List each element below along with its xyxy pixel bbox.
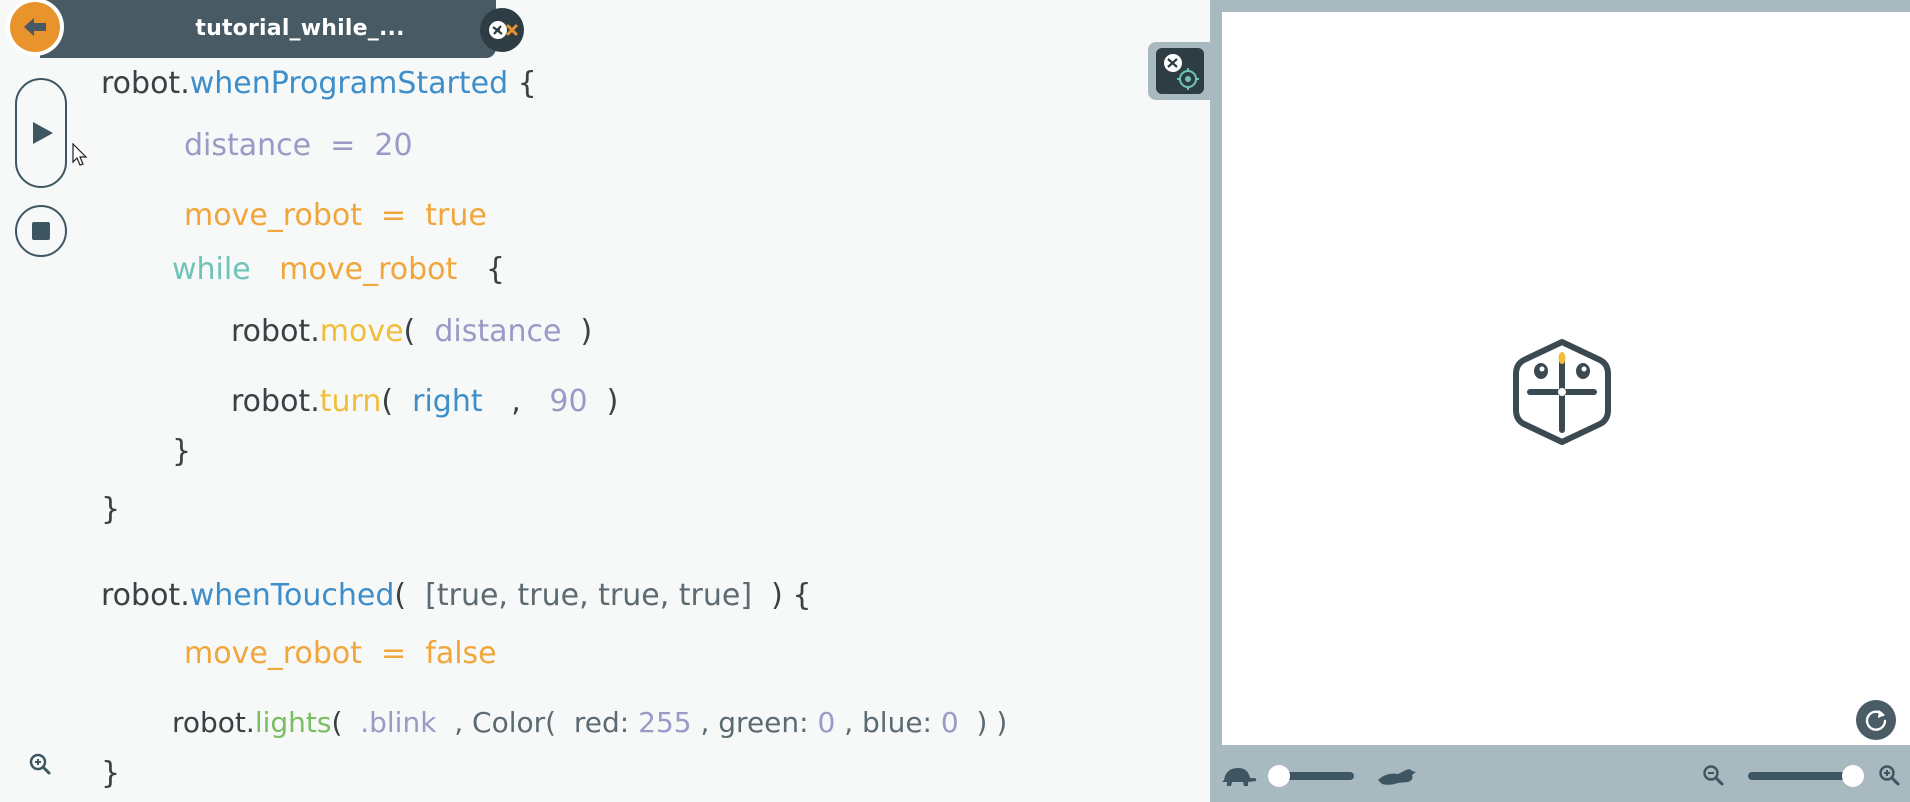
robot-gear-icon [1164,54,1199,90]
code-line-turn[interactable]: robot.turn( right , 90 ) [231,384,618,419]
zoom-in-icon [1879,765,1900,786]
code-object: robot. [101,578,190,613]
zoom-in-button[interactable] [1878,764,1900,790]
code-argument[interactable]: .blink [360,706,436,739]
mouse-pointer-icon [72,142,88,171]
code-object: robot. [172,706,255,739]
code-label-red: red: [573,706,630,739]
code-argument[interactable]: distance [434,314,561,349]
code-value-red[interactable]: 255 [638,706,691,739]
code-brace: { [508,66,537,101]
code-brace: } [172,434,192,469]
code-paren: ) [606,384,619,419]
code-value[interactable]: true [425,198,487,233]
code-line-close-while: } [172,434,191,469]
code-operator: = [361,636,426,671]
code-value-blue[interactable]: 0 [941,706,959,739]
zoom-in-icon [29,753,51,775]
code-brace: } [101,756,121,791]
code-line-close-started: } [101,492,120,527]
code-value-green[interactable]: 0 [818,706,836,739]
reset-button[interactable] [1856,700,1896,740]
stop-icon [32,222,50,240]
speed-slider-thumb[interactable] [1268,765,1290,787]
code-paren: ) { [771,578,812,613]
code-brace: } [101,492,121,527]
code-argument[interactable]: 90 [549,384,587,419]
code-function[interactable]: turn [320,384,382,419]
code-value[interactable]: 20 [374,128,412,163]
panel-toggle-button[interactable] [1148,42,1210,100]
turtle-icon [1218,762,1258,794]
code-variable[interactable]: move_robot [184,636,362,671]
code-variable[interactable]: move_robot [279,252,457,287]
play-icon [33,122,53,144]
code-label-green: , green: [700,706,809,739]
file-title: tutorial_while_... [195,16,405,41]
code-object: robot. [231,314,320,349]
code-argument[interactable]: [true, true, true, true] [425,578,752,613]
code-label-blue: , blue: [844,706,932,739]
robot-close-icon[interactable] [480,8,524,52]
code-object: robot. [231,384,320,419]
zoom-out-icon [1703,765,1724,786]
code-value[interactable]: false [425,636,496,671]
code-function[interactable]: move [320,314,404,349]
code-line-when-touched[interactable]: robot.whenTouched( [true, true, true, tr… [101,578,811,613]
code-line-when-program-started[interactable]: robot.whenProgramStarted { [101,66,537,101]
code-paren: ( [381,384,394,419]
robot-icon[interactable] [1512,338,1612,450]
code-operator: = [361,198,426,233]
stop-button[interactable] [15,205,67,257]
code-paren: ) ) [976,706,1008,739]
code-line-distance[interactable]: distance = 20 [184,128,413,163]
code-line-move[interactable]: robot.move( distance ) [231,314,592,349]
code-brace: { [485,252,505,287]
code-variable[interactable]: move_robot [184,198,362,233]
code-variable[interactable]: distance [184,128,311,163]
refresh-icon [1865,710,1887,731]
code-line-lights[interactable]: robot.lights( .blink , Color( red: 255 ,… [172,706,1007,739]
code-paren: ( [394,578,407,613]
zoom-out-button[interactable] [1702,764,1724,790]
code-paren: ( [403,314,416,349]
code-event[interactable]: whenProgramStarted [190,66,508,101]
code-function[interactable]: lights [255,706,332,739]
editor-zoom-button[interactable] [28,752,52,780]
code-line-while[interactable]: while move_robot { [172,252,505,287]
code-event[interactable]: whenTouched [190,578,395,613]
code-separator: , [511,384,521,419]
code-line-move-robot-false[interactable]: move_robot = false [184,636,497,671]
code-line-move-robot-true[interactable]: move_robot = true [184,198,487,233]
code-keyword-while[interactable]: while [172,252,251,287]
code-operator: = [311,128,375,163]
code-color-call: , Color( [454,706,557,739]
code-paren: ) [580,314,593,349]
code-argument[interactable]: right [412,384,483,419]
code-paren: ( [331,706,343,739]
run-button[interactable] [15,78,67,188]
code-object: robot. [101,66,190,101]
arrow-left-icon [24,18,46,36]
code-line-close-touched: } [101,756,120,791]
file-tab: tutorial_while_... [40,0,524,58]
back-button[interactable] [10,2,60,52]
rabbit-icon [1376,764,1418,792]
zoom-slider-thumb[interactable] [1842,765,1864,787]
